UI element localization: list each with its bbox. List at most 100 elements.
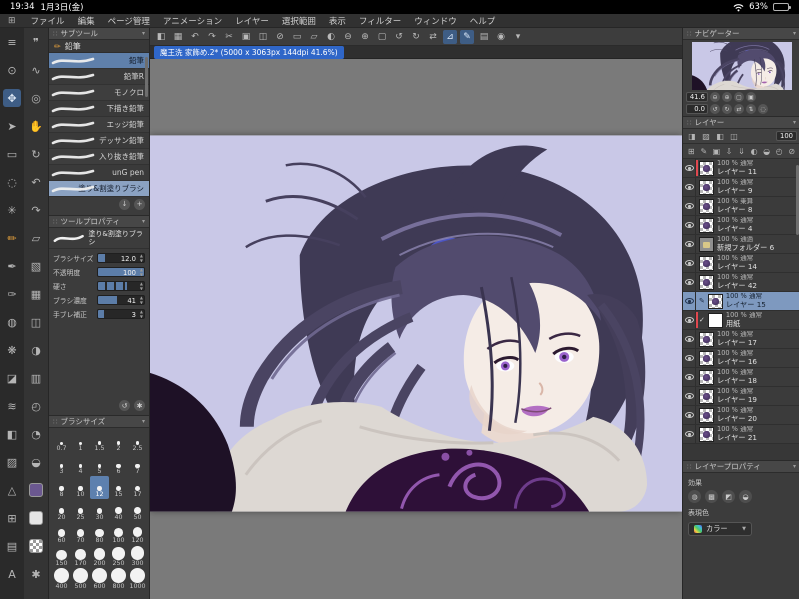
lock-alpha-button[interactable]: ▨: [700, 130, 712, 142]
pen-tool[interactable]: ✒: [3, 257, 21, 275]
brush-size-cell[interactable]: 12: [90, 476, 109, 499]
tone-effect-button[interactable]: ▩: [705, 490, 718, 503]
brush-size-cell[interactable]: 15: [109, 476, 128, 499]
brush-size-cell[interactable]: 150: [52, 545, 71, 568]
brush-size-cell[interactable]: 500: [71, 568, 90, 591]
layer-row[interactable]: ✎ ✓ 100 % 通常 レイヤー 21: [683, 425, 799, 444]
zoom-in-button[interactable]: ⊕: [358, 30, 372, 44]
navigator-panel-header[interactable]: ナビゲーター: [683, 28, 799, 40]
eye-cell[interactable]: [683, 235, 696, 253]
stepper-arrows-icon[interactable]: [140, 254, 143, 262]
layer-thumbnail[interactable]: [699, 255, 714, 271]
new-vector-layer-button[interactable]: ✎: [699, 145, 710, 157]
cut-button[interactable]: ✂: [222, 30, 236, 44]
brush-size-cell[interactable]: 1000: [128, 568, 147, 591]
layer-row[interactable]: ✎ ✓ 100 % 通常 レイヤー 20: [683, 406, 799, 425]
brush-size-cell[interactable]: 170: [71, 545, 90, 568]
layer-thumbnail[interactable]: [699, 179, 714, 195]
brush-size-panel-header[interactable]: ブラシサイズ: [49, 416, 149, 428]
brush-size-cell[interactable]: 60: [52, 522, 71, 545]
brush-size-cell[interactable]: 1: [71, 430, 90, 453]
navigator-thumbnail[interactable]: [691, 42, 792, 90]
param-slider[interactable]: 3: [97, 309, 145, 320]
menu-page-manage[interactable]: ページ管理: [108, 15, 150, 27]
menu-filter[interactable]: フィルター: [359, 15, 401, 27]
fill-tool[interactable]: ◧: [3, 425, 21, 443]
redo-button[interactable]: ↷: [27, 201, 45, 219]
selection-area-button[interactable]: ▧: [27, 257, 45, 275]
toolbar-overflow-button[interactable]: ▾: [511, 30, 525, 44]
move-tool[interactable]: ✥: [3, 89, 21, 107]
layer-mask-button[interactable]: ◐: [749, 145, 760, 157]
brush-size-cell[interactable]: 2: [109, 430, 128, 453]
zoom-out-button[interactable]: ⊖: [341, 30, 355, 44]
layer-row[interactable]: ✎ ✓ 100 % 通常 レイヤー 18: [683, 368, 799, 387]
brush-size-cell[interactable]: 25: [71, 499, 90, 522]
brush-size-cell[interactable]: 17: [128, 476, 147, 499]
brush-size-cell[interactable]: 200: [90, 545, 109, 568]
param-slider[interactable]: 12.0: [97, 253, 145, 264]
layer-row[interactable]: ✎ ✓ 100 % 通常 レイヤー 16: [683, 349, 799, 368]
collapse-panels-button[interactable]: ◧: [154, 30, 168, 44]
download-brush-button[interactable]: ↓: [119, 198, 130, 210]
brush-size-cell[interactable]: 30: [90, 499, 109, 522]
blend-tool[interactable]: ≋: [3, 397, 21, 415]
eye-cell[interactable]: [683, 159, 696, 177]
snap-ruler-button[interactable]: ⊿: [443, 29, 457, 44]
mirror-button[interactable]: ◑: [27, 341, 45, 359]
paste-button[interactable]: ◫: [256, 30, 270, 44]
onion-skin-button[interactable]: ◔: [27, 425, 45, 443]
rotation-value[interactable]: 0.0: [686, 104, 708, 114]
layer-row[interactable]: ✎ ✓ 100 % 通常 用紙: [683, 311, 799, 330]
material-palette-button[interactable]: ▤: [477, 30, 491, 44]
undo-button[interactable]: ↶: [27, 173, 45, 191]
workspace-button[interactable]: ▦: [171, 30, 185, 44]
canvas-artwork[interactable]: [150, 135, 682, 512]
tool-property-panel-header[interactable]: ツールプロパティ: [49, 216, 149, 228]
zoom-out-button[interactable]: ⊖: [710, 92, 720, 102]
brush-size-cell[interactable]: 10: [71, 476, 90, 499]
brush-size-cell[interactable]: 4: [71, 453, 90, 476]
canvas-pasteboard[interactable]: [150, 59, 682, 599]
timeline-button[interactable]: ◴: [27, 397, 45, 415]
eye-cell[interactable]: [683, 330, 696, 348]
eye-cell[interactable]: [683, 406, 696, 424]
line-correction-tool[interactable]: ∿: [27, 61, 45, 79]
scrollbar[interactable]: [145, 57, 148, 97]
subtool-brush-item[interactable]: 入り抜き鉛筆: [49, 149, 149, 165]
gradient-tool[interactable]: ▨: [3, 453, 21, 471]
eyedropper-tool[interactable]: ◎: [27, 89, 45, 107]
menu-help[interactable]: ヘルプ: [470, 15, 496, 27]
eye-cell[interactable]: [683, 178, 696, 196]
brush-size-cell[interactable]: 7: [128, 453, 147, 476]
brush-size-cell[interactable]: 80: [90, 522, 109, 545]
snap-button[interactable]: ◫: [27, 313, 45, 331]
subtool-brush-item[interactable]: 下描き鉛筆: [49, 101, 149, 117]
param-slider[interactable]: 100: [97, 267, 145, 278]
menu-view[interactable]: 表示: [329, 15, 346, 27]
new-raster-layer-button[interactable]: ⊞: [686, 145, 697, 157]
layer-row[interactable]: ✎ ✓ 100 % 乗算 レイヤー 8: [683, 197, 799, 216]
expression-color-dropdown[interactable]: カラー ▼: [688, 522, 752, 536]
stepper-arrows-icon[interactable]: [140, 310, 143, 318]
layer-row[interactable]: ✎ ✓ 100 % 通常 レイヤー 4: [683, 216, 799, 235]
deselect-button[interactable]: ▱: [307, 30, 321, 44]
frame-border-tool[interactable]: ⊞: [3, 509, 21, 527]
brush-size-cell[interactable]: 2.5: [128, 430, 147, 453]
layer-thumbnail[interactable]: [707, 312, 723, 328]
clip-to-layer-button[interactable]: ◧: [714, 130, 726, 142]
transparent-color-swatch[interactable]: [29, 539, 43, 553]
border-effect-button[interactable]: ◍: [688, 490, 701, 503]
brush-size-cell[interactable]: 5: [90, 453, 109, 476]
layer-opacity-value[interactable]: 100: [776, 131, 797, 141]
brush-size-cell[interactable]: 100: [109, 522, 128, 545]
decoration-tool[interactable]: ❋: [3, 341, 21, 359]
lock-layer-button[interactable]: ◫: [728, 130, 740, 142]
subtool-brush-item[interactable]: 鉛筆R: [49, 69, 149, 85]
menu-animation[interactable]: アニメーション: [163, 15, 222, 27]
subtool-brush-item[interactable]: 鉛筆: [49, 53, 149, 69]
layer-row[interactable]: ✎ ✓ 100 % 通常 レイヤー 42: [683, 273, 799, 292]
subtool-brush-item[interactable]: エッジ鉛筆: [49, 117, 149, 133]
brush-tool[interactable]: ✑: [3, 285, 21, 303]
two-pane-button[interactable]: ◴: [774, 145, 785, 157]
